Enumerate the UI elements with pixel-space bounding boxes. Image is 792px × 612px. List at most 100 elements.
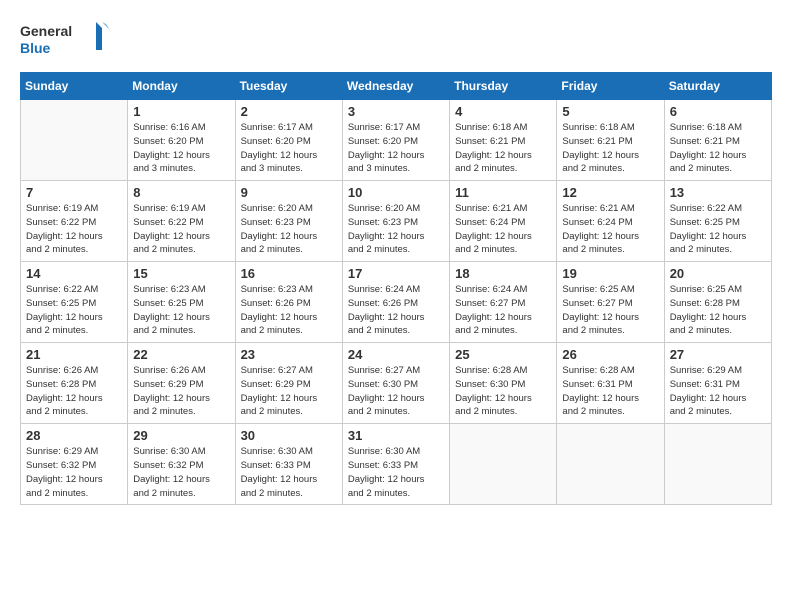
day-number: 23: [241, 347, 337, 362]
calendar-cell: 26Sunrise: 6:28 AMSunset: 6:31 PMDayligh…: [557, 343, 664, 424]
svg-text:Blue: Blue: [20, 40, 51, 56]
day-number: 18: [455, 266, 551, 281]
calendar-cell: 10 Sunrise: 6:20 AMSunset: 6:23 PMDayligh…: [342, 181, 449, 262]
calendar-header-row: SundayMondayTuesdayWednesdayThursdayFrid…: [21, 73, 772, 100]
day-number: 21: [26, 347, 122, 362]
column-header-wednesday: Wednesday: [342, 73, 449, 100]
calendar-week-row: 21 Sunrise: 6:26 AMSunset: 6:28 PMDayligh…: [21, 343, 772, 424]
day-info: Sunrise: 6:18 AMSunset: 6:21 PMDaylight:…: [562, 121, 658, 176]
day-info: Sunrise: 6:30 AMSunset: 6:33 PMDaylight:…: [241, 445, 337, 500]
column-header-saturday: Saturday: [664, 73, 771, 100]
day-number: 12: [562, 185, 658, 200]
calendar-cell: 4 Sunrise: 6:18 AMSunset: 6:21 PMDaylight…: [450, 100, 557, 181]
day-info: Sunrise: 6:25 AMSunset: 6:28 PMDaylight:…: [670, 283, 766, 338]
calendar-cell: 15 Sunrise: 6:23 AMSunset: 6:25 PMDayligh…: [128, 262, 235, 343]
calendar-cell: 20 Sunrise: 6:25 AMSunset: 6:28 PMDayligh…: [664, 262, 771, 343]
day-number: 6: [670, 104, 766, 119]
calendar-cell: 6 Sunrise: 6:18 AMSunset: 6:21 PMDaylight…: [664, 100, 771, 181]
column-header-monday: Monday: [128, 73, 235, 100]
calendar-cell: 11Sunrise: 6:21 AMSunset: 6:24 PMDayligh…: [450, 181, 557, 262]
day-info: Sunrise: 6:27 AMSunset: 6:30 PMDaylight:…: [348, 364, 444, 419]
day-number: 30: [241, 428, 337, 443]
day-info: Sunrise: 6:19 AMSunset: 6:22 PMDaylight:…: [26, 202, 122, 257]
calendar-cell: [450, 424, 557, 505]
day-number: 15: [133, 266, 229, 281]
svg-text:General: General: [20, 23, 72, 39]
calendar-cell: 9Sunrise: 6:20 AMSunset: 6:23 PMDaylight…: [235, 181, 342, 262]
calendar-cell: 24 Sunrise: 6:27 AMSunset: 6:30 PMDayligh…: [342, 343, 449, 424]
calendar-cell: 29 Sunrise: 6:30 AMSunset: 6:32 PMDayligh…: [128, 424, 235, 505]
calendar-cell: 1Sunrise: 6:16 AMSunset: 6:20 PMDaylight…: [128, 100, 235, 181]
calendar-cell: [557, 424, 664, 505]
day-number: 10: [348, 185, 444, 200]
column-header-thursday: Thursday: [450, 73, 557, 100]
day-number: 27: [670, 347, 766, 362]
day-info: Sunrise: 6:20 AMSunset: 6:23 PMDaylight:…: [241, 202, 337, 257]
day-number: 3: [348, 104, 444, 119]
day-number: 17: [348, 266, 444, 281]
day-info: Sunrise: 6:19 AMSunset: 6:22 PMDaylight:…: [133, 202, 229, 257]
day-number: 14: [26, 266, 122, 281]
day-number: 7: [26, 185, 122, 200]
calendar-cell: 21 Sunrise: 6:26 AMSunset: 6:28 PMDayligh…: [21, 343, 128, 424]
day-info: Sunrise: 6:26 AMSunset: 6:28 PMDaylight:…: [26, 364, 122, 419]
day-info: Sunrise: 6:30 AMSunset: 6:32 PMDaylight:…: [133, 445, 229, 500]
day-info: Sunrise: 6:21 AMSunset: 6:24 PMDaylight:…: [562, 202, 658, 257]
calendar-cell: 5 Sunrise: 6:18 AMSunset: 6:21 PMDaylight…: [557, 100, 664, 181]
day-info: Sunrise: 6:24 AMSunset: 6:26 PMDaylight:…: [348, 283, 444, 338]
calendar-cell: 28 Sunrise: 6:29 AMSunset: 6:32 PMDayligh…: [21, 424, 128, 505]
page-header: General Blue: [20, 20, 772, 62]
calendar-cell: 16 Sunrise: 6:23 AMSunset: 6:26 PMDayligh…: [235, 262, 342, 343]
day-number: 1: [133, 104, 229, 119]
calendar-cell: 30 Sunrise: 6:30 AMSunset: 6:33 PMDayligh…: [235, 424, 342, 505]
logo: General Blue: [20, 20, 110, 62]
day-number: 16: [241, 266, 337, 281]
day-info: Sunrise: 6:25 AMSunset: 6:27 PMDaylight:…: [562, 283, 658, 338]
day-info: Sunrise: 6:28 AMSunset: 6:30 PMDaylight:…: [455, 364, 551, 419]
day-info: Sunrise: 6:30 AMSunset: 6:33 PMDaylight:…: [348, 445, 444, 500]
day-info: Sunrise: 6:18 AMSunset: 6:21 PMDaylight:…: [670, 121, 766, 176]
day-number: 13: [670, 185, 766, 200]
day-info: Sunrise: 6:20 AMSunset: 6:23 PMDaylight:…: [348, 202, 444, 257]
column-header-sunday: Sunday: [21, 73, 128, 100]
calendar-week-row: 7 Sunrise: 6:19 AMSunset: 6:22 PMDaylight…: [21, 181, 772, 262]
calendar-cell: 23Sunrise: 6:27 AMSunset: 6:29 PMDayligh…: [235, 343, 342, 424]
day-number: 4: [455, 104, 551, 119]
calendar-cell: 25 Sunrise: 6:28 AMSunset: 6:30 PMDayligh…: [450, 343, 557, 424]
day-info: Sunrise: 6:24 AMSunset: 6:27 PMDaylight:…: [455, 283, 551, 338]
calendar-cell: 17 Sunrise: 6:24 AMSunset: 6:26 PMDayligh…: [342, 262, 449, 343]
column-header-friday: Friday: [557, 73, 664, 100]
day-info: Sunrise: 6:26 AMSunset: 6:29 PMDaylight:…: [133, 364, 229, 419]
day-info: Sunrise: 6:18 AMSunset: 6:21 PMDaylight:…: [455, 121, 551, 176]
day-number: 24: [348, 347, 444, 362]
day-number: 8: [133, 185, 229, 200]
calendar-cell: 22 Sunrise: 6:26 AMSunset: 6:29 PMDayligh…: [128, 343, 235, 424]
day-info: Sunrise: 6:17 AMSunset: 6:20 PMDaylight:…: [241, 121, 337, 176]
column-header-tuesday: Tuesday: [235, 73, 342, 100]
calendar-week-row: 1Sunrise: 6:16 AMSunset: 6:20 PMDaylight…: [21, 100, 772, 181]
day-info: Sunrise: 6:22 AMSunset: 6:25 PMDaylight:…: [26, 283, 122, 338]
calendar-cell: 19Sunrise: 6:25 AMSunset: 6:27 PMDayligh…: [557, 262, 664, 343]
day-number: 5: [562, 104, 658, 119]
calendar-week-row: 14 Sunrise: 6:22 AMSunset: 6:25 PMDayligh…: [21, 262, 772, 343]
day-number: 22: [133, 347, 229, 362]
day-info: Sunrise: 6:23 AMSunset: 6:25 PMDaylight:…: [133, 283, 229, 338]
day-number: 26: [562, 347, 658, 362]
calendar-cell: 14 Sunrise: 6:22 AMSunset: 6:25 PMDayligh…: [21, 262, 128, 343]
calendar-cell: 12 Sunrise: 6:21 AMSunset: 6:24 PMDayligh…: [557, 181, 664, 262]
logo-svg: General Blue: [20, 20, 110, 62]
calendar-week-row: 28 Sunrise: 6:29 AMSunset: 6:32 PMDayligh…: [21, 424, 772, 505]
calendar-cell: 3Sunrise: 6:17 AMSunset: 6:20 PMDaylight…: [342, 100, 449, 181]
day-info: Sunrise: 6:29 AMSunset: 6:31 PMDaylight:…: [670, 364, 766, 419]
day-info: Sunrise: 6:22 AMSunset: 6:25 PMDaylight:…: [670, 202, 766, 257]
calendar-cell: [21, 100, 128, 181]
day-number: 29: [133, 428, 229, 443]
calendar-cell: 13 Sunrise: 6:22 AMSunset: 6:25 PMDayligh…: [664, 181, 771, 262]
day-info: Sunrise: 6:29 AMSunset: 6:32 PMDaylight:…: [26, 445, 122, 500]
calendar-cell: 8 Sunrise: 6:19 AMSunset: 6:22 PMDaylight…: [128, 181, 235, 262]
day-number: 25: [455, 347, 551, 362]
day-number: 28: [26, 428, 122, 443]
day-number: 11: [455, 185, 551, 200]
day-number: 20: [670, 266, 766, 281]
day-info: Sunrise: 6:23 AMSunset: 6:26 PMDaylight:…: [241, 283, 337, 338]
